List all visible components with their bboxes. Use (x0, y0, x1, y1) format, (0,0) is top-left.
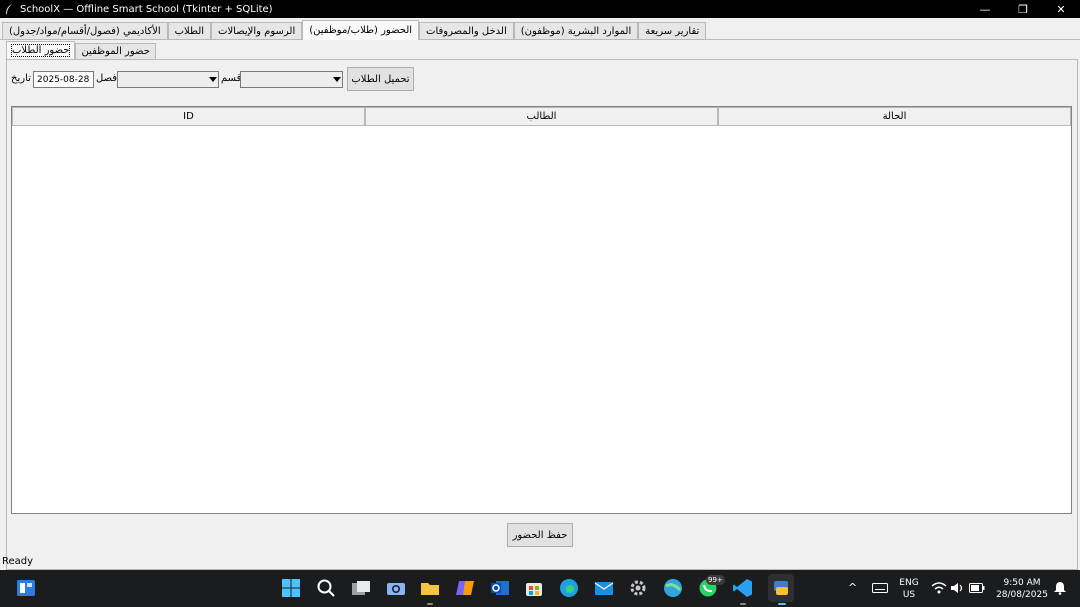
notification-count-badge: 99+ (706, 575, 725, 585)
windows-start-icon[interactable] (281, 578, 301, 598)
maximize-button[interactable]: ❐ (1004, 0, 1042, 18)
language-code: ENG (899, 578, 919, 588)
active-indicator (778, 603, 786, 605)
keyboard-icon[interactable] (870, 578, 890, 598)
tab-attendance[interactable]: الحضور (طلاب/موظفين) (302, 20, 420, 40)
main-tabs: الأكاديمي (فصول/أقسام/مواد/جدول) الطلاب … (2, 20, 707, 40)
tab-students[interactable]: الطلاب (167, 22, 212, 40)
section-label: قسم (221, 73, 242, 84)
column-header-id[interactable]: ID (12, 107, 365, 126)
tabs-divider (0, 39, 1080, 40)
edge-icon[interactable] (559, 578, 579, 598)
class-label: فصل (96, 73, 118, 84)
file-explorer-icon[interactable] (420, 578, 440, 598)
keyboard-layout: US (902, 590, 916, 600)
table-header: ID الطالب الحالة (12, 107, 1071, 126)
clock-time: 9:50 AM (1003, 578, 1041, 588)
subtab-label: حضور الطلاب (10, 44, 71, 57)
subtab-label: حضور الموظفين (81, 46, 150, 57)
section-select-value (241, 72, 331, 87)
running-indicator (740, 603, 746, 605)
window-title: SchoolX — Offline Smart School (Tkinter … (20, 3, 273, 15)
date-label: تاريخ (11, 73, 31, 84)
save-attendance-button[interactable]: حفظ الحضور (507, 523, 573, 547)
status-text: Ready (2, 556, 34, 567)
clock[interactable]: 9:50 AM 28/08/2025 (993, 577, 1051, 601)
tab-label: الرسوم والإيصالات (218, 26, 296, 37)
attendance-table: ID الطالب الحالة (11, 106, 1072, 514)
widgets-icon[interactable] (16, 578, 36, 598)
feather-icon (4, 3, 14, 15)
close-button[interactable]: ✕ (1042, 0, 1080, 18)
outlook-icon[interactable] (490, 578, 510, 598)
chevron-down-icon[interactable] (331, 72, 342, 87)
wifi-icon[interactable] (929, 578, 949, 598)
column-header-student[interactable]: الطالب (365, 107, 718, 126)
tab-hr[interactable]: الموارد البشرية (موظفون) (513, 22, 639, 40)
copilot-icon[interactable] (455, 578, 475, 598)
student-attendance-panel: تاريخ فصل قسم تحميل الطلاب ID الطالب الح… (6, 59, 1078, 570)
chevron-up-icon[interactable]: ^ (848, 582, 857, 594)
minimize-button[interactable]: — (966, 0, 1004, 18)
running-indicator (427, 603, 433, 605)
class-select-value (118, 72, 207, 87)
attendance-subtabs: حضور الطلاب حضور الموظفين (6, 41, 156, 59)
subtab-staff-attendance[interactable]: حضور الموظفين (75, 43, 156, 59)
task-view-icon[interactable] (351, 578, 371, 598)
tab-reports[interactable]: تقارير سريعة (638, 22, 707, 40)
vscode-icon[interactable] (733, 578, 753, 598)
section-select[interactable] (240, 71, 343, 88)
tab-fees[interactable]: الرسوم والإيصالات (211, 22, 303, 40)
load-students-button[interactable]: تحميل الطلاب (347, 67, 414, 91)
tab-income-expenses[interactable]: الدخل والمصروفات (419, 22, 514, 40)
chevron-down-icon[interactable] (207, 72, 218, 87)
title-bar: SchoolX — Offline Smart School (Tkinter … (0, 0, 1080, 18)
tab-label: الدخل والمصروفات (426, 26, 507, 37)
class-select[interactable] (117, 71, 219, 88)
tab-label: الحضور (طلاب/موظفين) (309, 25, 413, 36)
clock-date: 28/08/2025 (996, 590, 1048, 600)
app-window: الأكاديمي (فصول/أقسام/مواد/جدول) الطلاب … (0, 18, 1080, 570)
battery-icon[interactable] (967, 578, 987, 598)
taskbar: 99+ ^ ENG US 9:50 AM 28/08/2025 (0, 570, 1080, 607)
browser-globe-icon[interactable] (663, 578, 683, 598)
subtab-student-attendance[interactable]: حضور الطلاب (6, 41, 76, 59)
date-field[interactable] (33, 71, 94, 88)
python-app-icon[interactable] (768, 574, 794, 602)
tab-academic[interactable]: الأكاديمي (فصول/أقسام/مواد/جدول) (2, 22, 168, 40)
mail-icon[interactable] (594, 578, 614, 598)
notification-bell-icon[interactable] (1050, 578, 1070, 598)
tab-label: الطلاب (174, 26, 205, 37)
column-header-status[interactable]: الحالة (718, 107, 1071, 126)
tab-label: الموارد البشرية (موظفون) (520, 26, 632, 37)
store-icon[interactable] (524, 578, 544, 598)
language-indicator[interactable]: ENG US (898, 577, 920, 601)
tab-label: الأكاديمي (فصول/أقسام/مواد/جدول) (9, 26, 161, 37)
settings-gear-icon[interactable] (628, 578, 648, 598)
camera-icon[interactable] (386, 578, 406, 598)
search-icon[interactable] (316, 578, 336, 598)
tab-label: تقارير سريعة (645, 26, 700, 37)
volume-icon[interactable] (948, 578, 968, 598)
